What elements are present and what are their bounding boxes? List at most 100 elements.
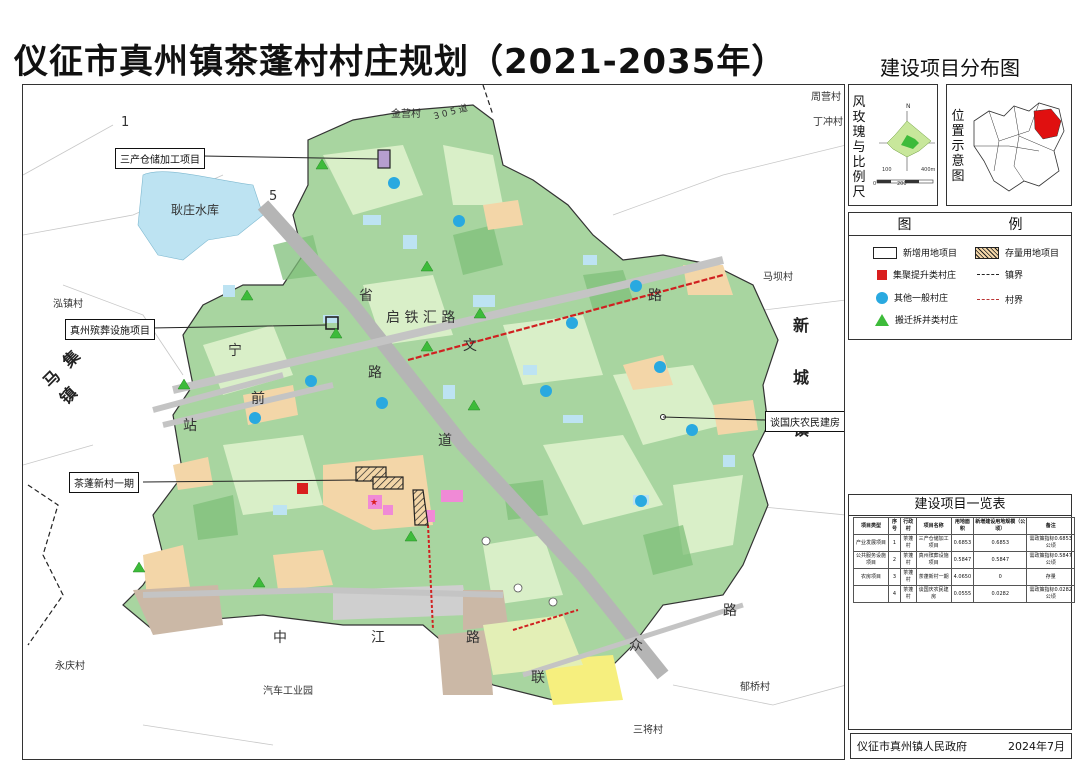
table-cell: 需政策指标0.6853公顷 [1026,534,1075,552]
label-road-zhong2: 众 [629,638,643,654]
table-cell: 0.6853 [973,534,1028,552]
legend-label-new-land: 新增用地项目 [903,249,958,259]
legend-label-green-triangle: 搬迁拆并类村庄 [895,316,959,326]
town-boundary-top [482,85,494,116]
location-panel: 位置示意图 [946,84,1072,206]
table-cell: 需政策指标0.5847公顷 [1026,551,1075,569]
label-sanjiang: 三将村 [633,725,663,736]
project-table: 项目类型 序号 行政村 项目名称 用地面积 新增建设用地规模（公顷） 备注 产业… [852,517,1075,603]
table-cell: 茶蓬村 [899,534,917,552]
callout-new-village[interactable]: 茶蓬新村一期 [69,472,139,493]
stock-land-swatch [975,246,999,259]
legend-label-village-boundary: 村界 [1005,296,1024,306]
label-road-dao: 道 [438,433,452,449]
col-area: 用地面积 [950,517,975,535]
green-triangle-icon [875,313,889,326]
table-cell: 0.5847 [950,551,975,569]
label-zhouying: 周营村 [811,92,841,103]
label-road-zhan: 站 [183,418,197,434]
table-row: 产业发展项目 1 茶蓬村 三产仓储加工项目 0.6853 0.6853 需政策指… [852,534,1075,552]
new-land-swatch [873,246,897,259]
table-cell: 真州殡葬设施项目 [915,551,952,569]
scale-tick-0: 0 [873,181,877,187]
table-cell: 茶蓬村 [899,551,917,569]
table-cell: 茶蓬村 [899,568,917,586]
label-jinying: 金营村 [391,109,421,120]
table-cell: 谈国庆农民建房 [915,585,952,603]
label-road-lu2: 路 [466,630,480,646]
project-table-title: 建设项目一览表 [849,495,1071,516]
label-road-ning: 宁 [228,343,242,359]
label-road-jiang: 江 [371,630,385,646]
map-subtitle: 建设项目分布图 [880,56,1020,80]
location-graphic [973,102,1065,192]
issuer-label: 仪征市真州镇人民政府 [857,740,967,753]
table-cell: 茶蓬村 [899,585,917,603]
table-cell: 产业发展项目 [852,534,890,552]
table-cell: 3 [888,568,901,586]
label-road-qitie: 启 铁 汇 路 [386,310,456,326]
table-cell: 4 [888,585,901,603]
table-cell: 0.0555 [950,585,975,603]
blue-circle-icon [876,291,888,304]
col-note: 备注 [1026,517,1075,535]
scale-tick-400: 400m [921,167,936,173]
wind-rose-label: 风玫瑰与比例尺 [852,95,866,200]
label-yongqing: 永庆村 [55,661,85,672]
table-cell [852,585,890,603]
table-cell: 存量 [1026,568,1075,586]
legend-label-red-square: 集聚提升类村庄 [893,271,957,281]
scale-tick-200: 200 [897,181,907,187]
legend-item-blue-circle: 其他一般村庄 [876,291,948,304]
main-map: ★ 金营村 周营村 丁冲村 耿庄水库 泓镇村 马坝村 永庆村 汽车工业园 郁桥村… [22,84,845,760]
table-header-row: 项目类型 序号 行政村 项目名称 用地面积 新增建设用地规模（公顷） 备注 [852,517,1075,535]
callout-house[interactable]: 谈国庆农民建房 [765,411,844,432]
label-road-lian: 联 [531,670,545,686]
footer: 仪征市真州镇人民政府 2024年7月 [850,733,1072,759]
warehouse-project[interactable] [377,149,391,169]
wind-rose-panel: 风玫瑰与比例尺 N 0 100 200 400m [848,84,938,206]
table-cell: 农房项目 [852,568,890,586]
table-cell: 0.0282 [973,585,1028,603]
label-road-qian: 前 [251,391,265,407]
table-cell: 1 [888,534,901,552]
label-hongzhen: 泓镇村 [53,299,83,310]
table-cell: 三产仓储加工项目 [915,534,952,552]
label-road-lu3: 路 [723,603,737,619]
label-dingchong: 丁冲村 [813,117,843,128]
table-cell: 需政策指标0.0282公顷 [1026,585,1075,603]
project-table-panel: 建设项目一览表 项目类型 序号 行政村 项目名称 用地面积 新增建设用地规模（公… [848,494,1075,730]
town-boundary-left [27,484,64,646]
legend-item-stock-land: 存量用地项目 [975,246,1059,259]
table-cell: 4.0650 [950,568,975,586]
label-road-lu4: 路 [648,288,662,304]
table-row: 农房项目 3 茶蓬村 茶蓬新村一期 4.0650 0 存量 [852,568,1075,586]
legend-item-town-boundary: 镇界 [977,268,1023,281]
legend-panel: 图 例 新增用地项目 存量用地项目 集聚提升类村庄 镇界 其他一般村庄 村界 搬… [848,212,1072,340]
label-reservoir: 耿庄水库 [171,203,220,217]
label-road-lu: 路 [368,365,382,381]
table-row: 公共服务设施项目 2 茶蓬村 真州殡葬设施项目 0.5847 0.5847 需政… [852,551,1075,569]
legend-item-green-triangle: 搬迁拆并类村庄 [875,313,958,326]
legend-item-new-land: 新增用地项目 [873,246,957,259]
label-road-sheng: 省 [359,288,373,304]
callout-warehouse[interactable]: 三产仓储加工项目 [115,148,205,169]
label-xin-cheng-zhen: 新城镇 [793,316,810,439]
table-cell: 0.5847 [973,551,1028,569]
label-yuqiao: 郁桥村 [740,682,770,693]
legend-title: 图 例 [849,213,1071,236]
label-road-5: 5 [269,189,278,204]
col-village: 行政村 [899,517,917,535]
legend-title-left: 图 [897,217,912,233]
date-label: 2024年7月 [1008,740,1065,753]
legend-label-stock-land: 存量用地项目 [1005,249,1060,259]
label-mabei: 马坝村 [763,272,793,283]
col-type: 项目类型 [852,517,890,535]
callout-funeral-road[interactable]: 真州殡葬设施项目 [65,319,155,340]
table-cell: 0 [973,568,1028,586]
star-marker: ★ [370,498,378,508]
legend-label-town-boundary: 镇界 [1005,271,1024,281]
col-index: 序号 [888,517,901,535]
table-row: 4 茶蓬村 谈国庆农民建房 0.0555 0.0282 需政策指标0.0282公… [852,585,1075,603]
table-cell: 2 [888,551,901,569]
